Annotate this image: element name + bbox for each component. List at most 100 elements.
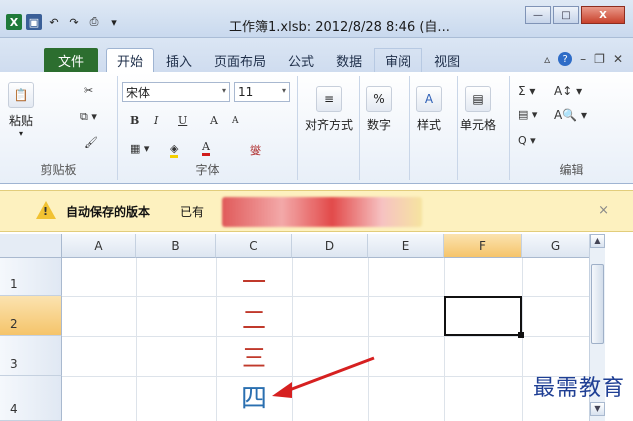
align-center-icon: ≡ xyxy=(316,86,342,112)
cell-c1[interactable]: 一 xyxy=(216,262,292,297)
minimize-button[interactable]: — xyxy=(525,6,551,24)
workbook-close-icon[interactable]: ✕ xyxy=(613,52,623,66)
ribbon-tabs: 文件 开始 插入 页面布局 公式 数据 审阅 视图 ▵ ? – ❐ ✕ xyxy=(0,38,633,72)
column-header-f[interactable]: F xyxy=(444,234,522,258)
fill-color-icon[interactable]: ◈ xyxy=(170,142,179,158)
help-icon[interactable]: ? xyxy=(558,52,573,66)
font-size-select[interactable]: 11 ▾ xyxy=(234,82,290,102)
number-format-button[interactable]: % 数字 xyxy=(366,86,392,133)
notification-title: 自动保存的版本 xyxy=(66,205,151,219)
cells-button[interactable]: ▤ 单元格 xyxy=(460,86,496,133)
shrink-font-button[interactable]: A xyxy=(232,116,239,126)
clear-button[interactable]: Q ▾ xyxy=(518,134,536,147)
scroll-up-button[interactable]: ▲ xyxy=(590,234,605,248)
italic-button[interactable]: I xyxy=(154,114,158,127)
customize-qat-icon[interactable]: ▾ xyxy=(106,14,122,30)
scroll-thumb[interactable] xyxy=(591,264,604,344)
cells-icon: ▤ xyxy=(465,86,491,112)
column-header-a[interactable]: A xyxy=(62,234,136,258)
number-label: 数字 xyxy=(366,118,391,132)
select-all-corner[interactable] xyxy=(0,234,62,258)
tab-data[interactable]: 数据 xyxy=(326,48,372,72)
fill-button[interactable]: ▤ ▾ xyxy=(518,108,537,121)
clipboard-icon: 📋 xyxy=(8,82,34,108)
row-header-1[interactable]: 1 xyxy=(0,258,62,296)
workbook-minimize-icon[interactable]: – xyxy=(580,52,586,66)
cut-icon[interactable]: ✂ xyxy=(84,84,93,97)
column-header-e[interactable]: E xyxy=(368,234,444,258)
clipboard-group-label: 剪贴板 xyxy=(40,163,77,177)
active-cell-f2[interactable] xyxy=(444,296,524,338)
underline-button[interactable]: U xyxy=(178,114,187,127)
row-header-4[interactable]: 4 xyxy=(0,376,62,421)
notification-message: 已有 xyxy=(180,205,205,219)
grid-line xyxy=(62,336,590,337)
copy-icon[interactable]: ⧉ ▾ xyxy=(80,110,97,124)
tab-file[interactable]: 文件 xyxy=(44,48,99,72)
autosave-notification-bar: ! 自动保存的版本 已有 × xyxy=(0,190,633,232)
row-header-3[interactable]: 3 xyxy=(0,336,62,376)
warning-mark: ! xyxy=(43,205,49,218)
tab-insert[interactable]: 插入 xyxy=(156,48,202,72)
collapse-ribbon-icon[interactable]: ▵ xyxy=(544,52,550,66)
sort-icon: A xyxy=(554,84,563,98)
bold-button[interactable]: B xyxy=(130,114,139,127)
ribbon-home: 📋 粘贴 ▾ ✂ ⧉ ▾ 🖌 剪贴板 宋体 ▾ 11 ▾ B I U A A ▦… xyxy=(0,72,633,184)
save-icon[interactable]: ▣ xyxy=(26,14,42,30)
styles-button[interactable]: A 样式 xyxy=(416,86,442,133)
redacted-area xyxy=(222,197,422,227)
group-styles: A 样式 xyxy=(410,76,458,180)
percent-icon: % xyxy=(366,86,392,112)
arrow-head xyxy=(272,382,292,398)
column-header-b[interactable]: B xyxy=(136,234,216,258)
tab-view[interactable]: 视图 xyxy=(424,48,470,72)
sort-filter-button[interactable]: A↕ ▾ xyxy=(554,84,582,98)
font-name-select[interactable]: 宋体 ▾ xyxy=(122,82,230,102)
window-title: 工作簿1.xlsb: 2012/8/28 8:46 (自... xyxy=(229,20,450,35)
paste-button[interactable]: 📋 粘贴 ▾ xyxy=(8,82,34,138)
tab-page-layout[interactable]: 页面布局 xyxy=(204,48,276,72)
grid-line xyxy=(522,258,523,421)
group-editing: Σ ▾ A↕ ▾ ▤ ▾ A🔍 ▾ Q ▾ 编辑 xyxy=(510,76,633,180)
grid-line xyxy=(444,258,445,421)
excel-logo-icon: X xyxy=(6,14,22,30)
alignment-button[interactable]: ≡ 对齐方式 xyxy=(300,86,358,133)
group-font: 宋体 ▾ 11 ▾ B I U A A ▦ ▾ ◈ A 燮 字体 xyxy=(118,76,298,180)
quick-access-toolbar: X ▣ ↶ ↷ ⎙ ▾ xyxy=(6,14,122,30)
format-painter-icon[interactable]: 🖌 xyxy=(84,136,98,149)
undo-icon[interactable]: ↶ xyxy=(46,14,62,30)
font-color-button[interactable]: A xyxy=(202,140,210,156)
column-header-g[interactable]: G xyxy=(522,234,590,258)
tab-review[interactable]: 审阅 xyxy=(374,48,423,72)
close-button[interactable]: X xyxy=(581,6,625,24)
alignment-label: 对齐方式 xyxy=(304,118,353,132)
column-header-d[interactable]: D xyxy=(292,234,368,258)
title-bar: X ▣ ↶ ↷ ⎙ ▾ 工作簿1.xlsb: 2012/8/28 8:46 (自… xyxy=(0,0,633,38)
fill-handle[interactable] xyxy=(518,332,524,338)
font-group-label: 字体 xyxy=(195,163,220,177)
tab-home[interactable]: 开始 xyxy=(106,48,155,72)
notification-close-button[interactable]: × xyxy=(598,203,609,218)
scroll-down-button[interactable]: ▼ xyxy=(590,402,605,416)
worksheet-grid[interactable]: A B C D E F G 1 2 3 4 一 二 三 四 ▲ ▼ 最需教育 xyxy=(0,234,633,421)
find-icon: A xyxy=(554,108,563,122)
group-clipboard: 📋 粘贴 ▾ ✂ ⧉ ▾ 🖌 剪贴板 xyxy=(0,76,118,180)
autosum-button[interactable]: Σ ▾ xyxy=(518,84,535,98)
paste-label: 粘贴 xyxy=(8,114,33,128)
row-header-2[interactable]: 2 xyxy=(0,296,62,336)
ribbon-right-controls: ▵ ? – ❐ ✕ xyxy=(544,52,623,66)
font-name-value: 宋体 xyxy=(126,85,151,100)
border-icon[interactable]: ▦ ▾ xyxy=(130,142,149,155)
grid-line xyxy=(136,258,137,421)
phonetic-button[interactable]: 燮 xyxy=(250,142,261,158)
redo-icon[interactable]: ↷ xyxy=(66,14,82,30)
maximize-button[interactable]: □ xyxy=(553,6,579,24)
find-select-button[interactable]: A🔍 ▾ xyxy=(554,108,587,122)
tab-formulas[interactable]: 公式 xyxy=(278,48,324,72)
grow-font-button[interactable]: A xyxy=(210,114,218,127)
workbook-restore-icon[interactable]: ❐ xyxy=(594,52,605,66)
column-header-c[interactable]: C xyxy=(216,234,292,258)
window-controls: — □ X xyxy=(525,6,625,24)
print-preview-icon[interactable]: ⎙ xyxy=(86,14,102,30)
cell-c2[interactable]: 二 xyxy=(216,300,292,335)
